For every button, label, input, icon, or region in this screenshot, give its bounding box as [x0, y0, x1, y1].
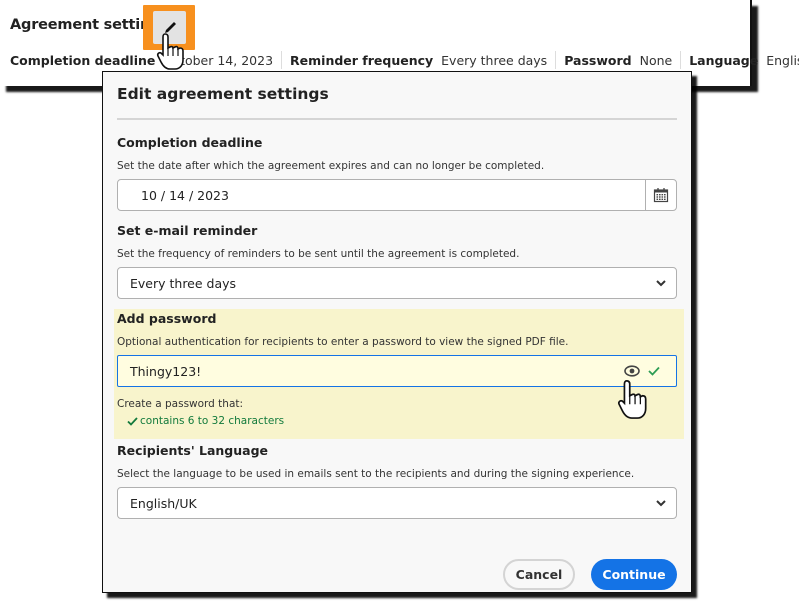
- summary-value-password: None: [639, 52, 673, 68]
- divider: [680, 51, 682, 69]
- checkmark-icon: [127, 416, 138, 426]
- divider: [555, 51, 557, 69]
- password-title: Add password: [117, 311, 217, 326]
- password-description: Optional authentication for recipients t…: [117, 336, 569, 348]
- language-title: Recipients' Language: [117, 443, 269, 458]
- deadline-title: Completion deadline: [117, 135, 263, 150]
- summary-label-reminder: Reminder frequency: [290, 52, 434, 68]
- summary-value-deadline: October 14, 2023: [163, 52, 274, 68]
- summary-label-password: Password: [564, 52, 632, 68]
- password-rule-length: contains 6 to 32 characters: [127, 415, 284, 427]
- pencil-icon: [164, 21, 176, 33]
- deadline-description: Set the date after which the agreement e…: [117, 160, 545, 172]
- reminder-select-value: Every three days: [130, 275, 237, 291]
- password-rule-text: contains 6 to 32 characters: [140, 415, 285, 427]
- language-select[interactable]: English/UK: [117, 487, 677, 519]
- summary-value-language: English/UK: [766, 52, 799, 68]
- reminder-title: Set e-mail reminder: [117, 223, 258, 238]
- edit-agreement-settings-dialog: Edit agreement settings Completion deadl…: [102, 71, 692, 593]
- cancel-button[interactable]: Cancel: [503, 559, 575, 590]
- edit-settings-button[interactable]: [153, 11, 186, 44]
- eye-icon[interactable]: [624, 365, 640, 377]
- deadline-date-input[interactable]: 10 / 14 / 2023: [117, 179, 677, 211]
- chevron-down-icon: [646, 268, 676, 298]
- summary-label-deadline: Completion deadline: [10, 52, 156, 68]
- settings-summary-row: Completion deadline October 14, 2023 Rem…: [10, 51, 799, 69]
- calendar-button[interactable]: [645, 180, 676, 210]
- dialog-divider: [117, 118, 677, 120]
- summary-label-language: Language: [689, 52, 759, 68]
- password-value: Thingy123!: [130, 363, 202, 379]
- language-select-value: English/UK: [130, 495, 197, 511]
- language-description: Select the language to be used in emails…: [117, 468, 635, 480]
- reminder-select[interactable]: Every three days: [117, 267, 677, 299]
- continue-button[interactable]: Continue: [591, 559, 677, 590]
- calendar-icon: [653, 188, 669, 203]
- checkmark-icon: [648, 366, 660, 376]
- chevron-down-icon: [646, 488, 676, 518]
- password-input[interactable]: Thingy123!: [117, 355, 677, 387]
- password-rules-heading: Create a password that:: [117, 398, 244, 410]
- deadline-date-value: 10 / 14 / 2023: [141, 187, 229, 203]
- summary-value-reminder: Every three days: [441, 52, 548, 68]
- dialog-title: Edit agreement settings: [117, 85, 329, 103]
- reminder-description: Set the frequency of reminders to be sen…: [117, 248, 520, 260]
- divider: [281, 51, 283, 69]
